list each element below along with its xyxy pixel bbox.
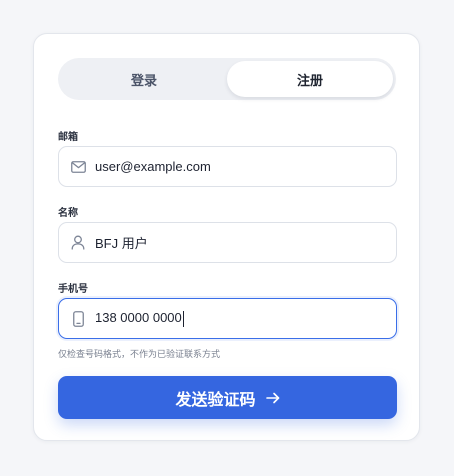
email-label: 邮箱 [58,132,78,143]
arrow-right-icon [265,392,280,404]
name-value: BFJ 用户 [95,236,148,251]
user-icon [70,235,86,251]
email-value: user@example.com [95,159,211,174]
send-code-label: 发送验证码 [175,391,256,409]
phone-value: 138 0000 0000 [95,310,184,327]
register-card: 登录 注册 邮箱 user@example.com 名称 BFJ 用户 手机号 [33,33,420,441]
phone-hint: 仅检查号码格式，不作为已验证联系方式 [58,349,221,359]
name-label: 名称 [58,208,78,219]
phone-label: 手机号 [58,284,88,295]
name-field[interactable]: BFJ 用户 [58,222,397,263]
phone-icon [70,310,86,327]
auth-tabs: 登录 注册 [58,58,396,100]
tab-register[interactable]: 注册 [227,61,393,97]
text-caret [182,310,184,327]
send-code-button[interactable]: 发送验证码 [58,376,397,419]
phone-field[interactable]: 138 0000 0000 [58,298,397,339]
email-field[interactable]: user@example.com [58,146,397,187]
mail-icon [70,159,86,175]
tab-login[interactable]: 登录 [61,61,227,97]
